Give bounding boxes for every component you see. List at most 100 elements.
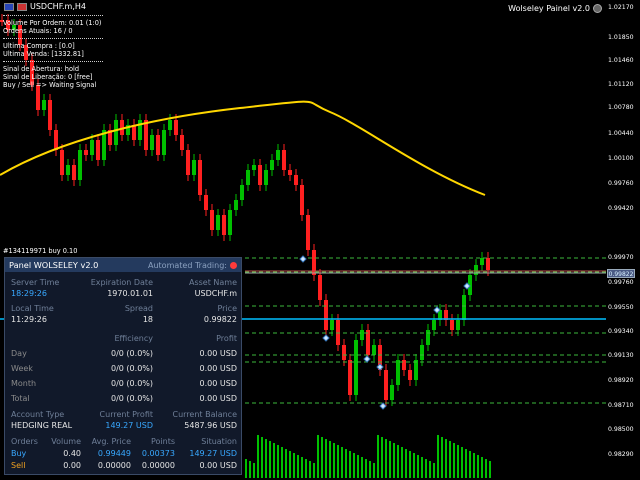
panel-header[interactable]: Panel WOLSELEY v2.0 Automated Trading: — [5, 258, 241, 272]
volume-bar — [333, 443, 335, 478]
volume-bar — [293, 453, 295, 478]
candle-body — [114, 120, 118, 145]
candle-body — [252, 165, 256, 170]
expert-advisor-name[interactable]: Wolseley Painel v2.0 — [508, 4, 602, 13]
price-label: Price — [217, 304, 237, 313]
period-profit: 0.00 USD — [199, 349, 237, 358]
wolseley-panel[interactable]: Panel WOLSELEY v2.0 Automated Trading: S… — [4, 257, 242, 475]
candle-body — [78, 150, 82, 180]
candle-body — [246, 170, 250, 185]
price-tick: 1.02170 — [608, 4, 634, 11]
volume-bar — [469, 451, 471, 478]
period-row-week: Week 0/0 (0.0%) 0.00 USD — [5, 364, 241, 374]
volume-bar — [437, 435, 439, 478]
period-name: Total — [11, 394, 30, 403]
volume-bar — [269, 441, 271, 478]
price-tick: 1.01460 — [608, 57, 634, 64]
candle-body — [240, 185, 244, 200]
volume-bar — [397, 445, 399, 478]
candle-body — [222, 215, 226, 235]
candle-body — [390, 385, 394, 400]
volume-bar — [273, 443, 275, 478]
period-row-month: Month 0/0 (0.0%) 0.00 USD — [5, 379, 241, 389]
candle-body — [480, 258, 484, 265]
candle-body — [156, 135, 160, 155]
price-tick: 0.98290 — [608, 451, 634, 458]
price-tick: 0.99760 — [608, 180, 634, 187]
current-balance-value: 5487.96 USD — [184, 421, 237, 430]
candle-body — [396, 360, 400, 385]
account-type-label: Account Type — [11, 410, 65, 419]
server-time-value: 18:29:26 — [11, 289, 47, 298]
candle-body — [228, 210, 232, 235]
order-situation: 149.27 USD — [189, 449, 237, 458]
volume-bar — [301, 457, 303, 478]
symbol-title-text: USDCHF.m,H4 — [30, 2, 86, 11]
order-type: Sell — [11, 461, 26, 470]
price-tick: 1.01120 — [608, 81, 634, 88]
volume-bar — [261, 437, 263, 478]
current-profit-value: 149.27 USD — [105, 421, 153, 430]
volume-bar — [449, 441, 451, 478]
candle-body — [234, 200, 238, 210]
volume-bar — [325, 439, 327, 478]
price-tick: 0.99760 — [608, 279, 634, 286]
volume-bar — [433, 463, 435, 478]
candle-body — [138, 120, 142, 140]
candle-body — [174, 120, 178, 135]
candle-body — [462, 295, 466, 320]
order-points: 0.00000 — [141, 461, 175, 470]
asset-value: USDCHF.m — [194, 289, 237, 298]
period-efficiency: 0/0 (0.0%) — [111, 364, 153, 373]
candle-body — [414, 360, 418, 380]
volume-col-header: Volume — [51, 437, 81, 446]
candle-body — [450, 320, 454, 330]
volume-bar — [389, 441, 391, 478]
candle-body — [456, 320, 460, 330]
volume-bar — [473, 453, 475, 478]
volume-bar — [409, 451, 411, 478]
spread-value: 18 — [142, 315, 153, 324]
period-row-day: Day 0/0 (0.0%) 0.00 USD — [5, 349, 241, 359]
candle-body — [354, 340, 358, 395]
local-time-label: Local Time — [11, 304, 54, 313]
candle-body — [54, 130, 58, 150]
price-tick: 0.98500 — [608, 426, 634, 433]
candle-body — [60, 150, 64, 175]
order-row-buy[interactable]: Buy 0.40 0.99449 0.00373 149.27 USD — [5, 449, 241, 459]
volume-bar — [421, 457, 423, 478]
candle-body — [432, 320, 436, 330]
candle-body — [180, 135, 184, 150]
volume-bar — [489, 461, 491, 478]
info-line: Ordens Atuais: 16 / 0 — [3, 27, 73, 35]
symbol-title: USDCHF.m,H4 — [4, 2, 86, 11]
candle-body — [282, 150, 286, 170]
volume-bar — [321, 437, 323, 478]
expert-advisor-icon[interactable] — [593, 4, 602, 13]
candle-body — [426, 330, 430, 345]
info-line: Sinal de Liberação: 0 [free] — [3, 73, 93, 81]
usd-flag-icon — [4, 2, 14, 11]
candle-body — [186, 150, 190, 175]
profit-label: Profit — [216, 334, 237, 343]
volume-bar — [345, 449, 347, 478]
local-time-value: 11:29:26 — [11, 315, 47, 324]
order-row-sell[interactable]: Sell 0.00 0.00000 0.00000 0.00 USD — [5, 461, 241, 471]
volume-bar — [445, 439, 447, 478]
candle-body — [420, 345, 424, 360]
candle-body — [66, 165, 70, 175]
order-line-label[interactable]: #134119971 buy 0.10 — [3, 247, 77, 255]
price-tick: 0.99550 — [608, 304, 634, 311]
volume-bar — [353, 453, 355, 478]
status-dot-icon — [230, 261, 237, 269]
period-efficiency: 0/0 (0.0%) — [111, 349, 153, 358]
volume-bar — [385, 439, 387, 478]
avg-price-col-header: Avg. Price — [91, 437, 131, 446]
volume-bar — [377, 435, 379, 478]
period-profit: 0.00 USD — [199, 379, 237, 388]
price-axis[interactable]: 1.02170 1.01850 1.01460 1.01120 1.00780 … — [606, 0, 640, 480]
volume-bar — [305, 459, 307, 478]
candle-body — [96, 140, 100, 160]
volume-bar — [257, 435, 259, 478]
candle-body — [48, 100, 52, 130]
